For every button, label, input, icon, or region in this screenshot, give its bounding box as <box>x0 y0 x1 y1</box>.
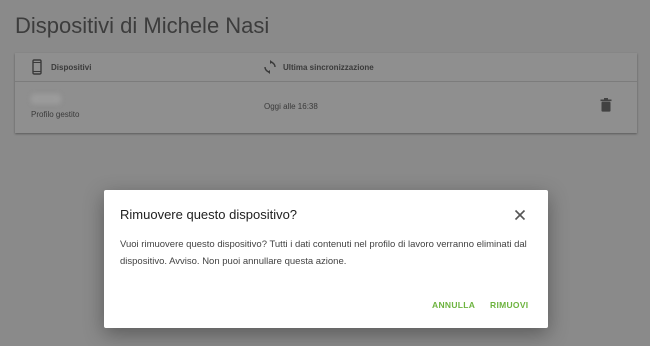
column-header-devices[interactable]: Dispositivi <box>51 63 91 72</box>
device-subtitle: Profilo gestito <box>31 110 80 119</box>
trash-icon[interactable] <box>600 98 612 112</box>
device-name-redacted <box>31 94 61 104</box>
remove-button[interactable]: RIMUOVI <box>490 300 528 310</box>
close-icon[interactable] <box>512 207 528 223</box>
remove-device-dialog: Rimuovere questo dispositivo? Vuoi rimuo… <box>104 190 548 328</box>
page-title: Dispositivi di Michele Nasi <box>15 13 270 38</box>
cancel-button[interactable]: ANNULLA <box>432 300 475 310</box>
phone-icon <box>32 59 42 75</box>
devices-card: Dispositivi Ultima sincronizzazione Prof… <box>15 53 637 133</box>
column-header-last-sync[interactable]: Ultima sincronizzazione <box>283 63 374 72</box>
table-header: Dispositivi Ultima sincronizzazione <box>15 53 637 82</box>
dialog-message: Vuoi rimuovere questo dispositivo? Tutti… <box>120 239 527 267</box>
sync-icon <box>264 60 276 74</box>
device-last-sync: Oggi alle 16:38 <box>264 102 318 111</box>
dialog-title: Rimuovere questo dispositivo? <box>120 207 298 222</box>
